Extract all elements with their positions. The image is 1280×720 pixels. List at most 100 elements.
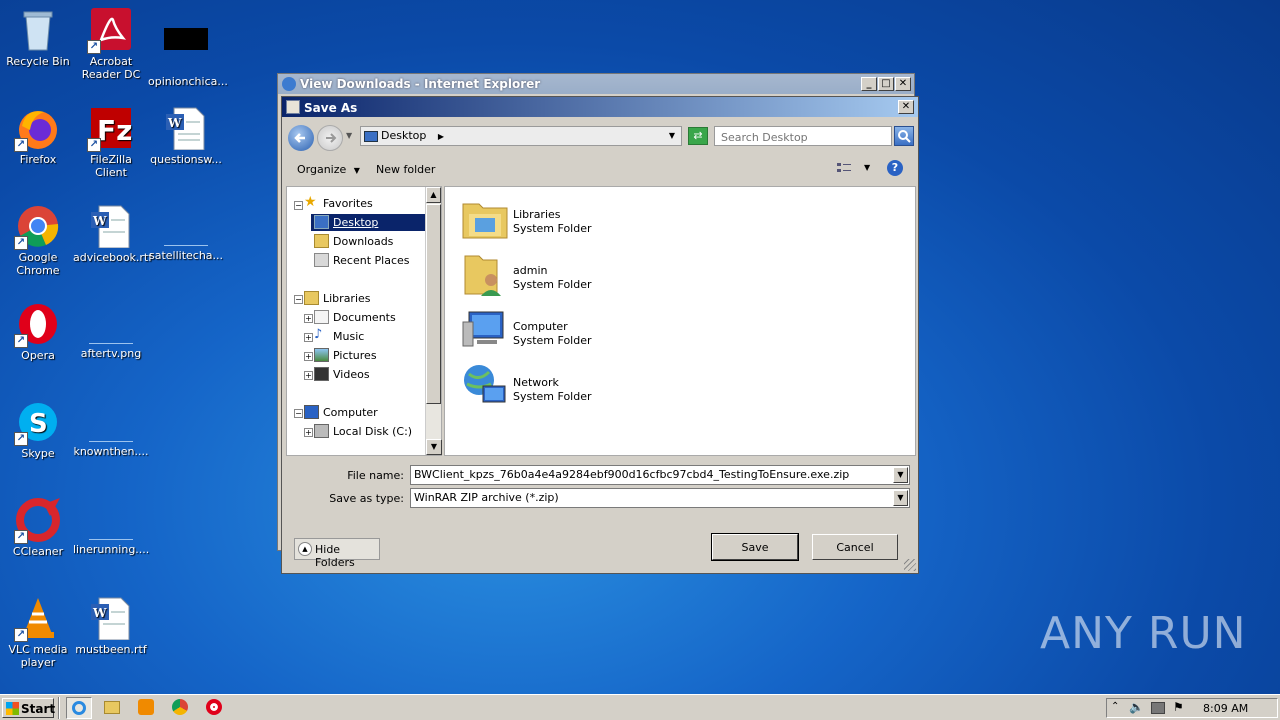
save-button[interactable]: Save [711, 533, 799, 561]
file-icon [164, 218, 208, 246]
tree-computer[interactable]: Computer [301, 404, 381, 421]
desktop-icon-knownthen[interactable]: knownthen.... [73, 400, 149, 458]
desktop-icon-label: FileZilla Client [90, 153, 132, 179]
navigation-pane[interactable]: − ★ Favorites Desktop Downloads Recent P… [286, 186, 442, 456]
network-icon [461, 362, 509, 410]
shortcut-arrow-icon: ↗ [14, 628, 28, 642]
maximize-button[interactable]: □ [878, 77, 894, 91]
volume-icon[interactable]: 🔈 [1129, 700, 1144, 714]
desktop-icon-ccleaner[interactable]: ↗ CCleaner [0, 498, 76, 558]
back-button[interactable] [288, 125, 314, 151]
desktop-icon-opinionchica[interactable]: opinionchica... [148, 8, 228, 88]
desktop-icon-questionsw[interactable]: W questionsw... [148, 106, 224, 166]
scroll-up-icon[interactable]: ▲ [426, 187, 441, 203]
help-icon[interactable]: ? [887, 160, 903, 176]
tree-downloads[interactable]: Downloads [311, 233, 396, 250]
tree-libraries[interactable]: Libraries [301, 290, 374, 307]
organize-button[interactable]: Organize ▼ [297, 163, 360, 176]
file-name-field[interactable]: BWClient_kpzs_76b0a4e4a9284ebf900d16cfbc… [410, 465, 910, 485]
tree-scrollbar[interactable]: ▲ ▼ [425, 187, 442, 455]
address-bar[interactable]: Desktop ▶ ▼ [360, 126, 682, 146]
desktop-icon-acrobat[interactable]: ↗ Acrobat Reader DC [73, 8, 149, 81]
vlc-icon: ↗ [14, 596, 60, 642]
minimize-button[interactable]: _ [861, 77, 877, 91]
folder-icon [104, 701, 120, 714]
dialog-close-button[interactable]: ✕ [898, 100, 914, 114]
clock[interactable]: 8:09 AM [1203, 702, 1248, 715]
opera-icon: ↗ [14, 302, 60, 348]
taskbar: Start ⌃ 🔈 ⚑ 8:09 AM [0, 694, 1280, 720]
network-icon[interactable] [1151, 702, 1165, 714]
file-icon [164, 28, 208, 72]
taskbar-ie-button[interactable] [66, 697, 92, 719]
history-chevron-icon[interactable]: ▼ [346, 131, 352, 140]
resize-grip-icon[interactable] [904, 559, 916, 571]
desktop-icon-opera[interactable]: ↗ Opera [0, 302, 76, 362]
tree-pictures[interactable]: Pictures [311, 347, 380, 364]
save-type-dropdown-icon[interactable]: ▼ [893, 490, 908, 506]
forward-button[interactable] [317, 125, 343, 151]
close-button[interactable]: ✕ [895, 77, 911, 91]
shortcut-arrow-icon: ↗ [14, 432, 28, 446]
desktop-icon-firefox[interactable]: ↗ Firefox [0, 106, 76, 166]
watermark: ANY RUN [1040, 608, 1247, 659]
save-as-dialog[interactable]: Save As ✕ ▼ Desktop ▶ ▼ ⇄ Organize ▼ New… [281, 96, 919, 574]
desktop-icon-chrome[interactable]: ↗ Google Chrome [0, 204, 76, 277]
tree-desktop[interactable]: Desktop [311, 214, 425, 231]
breadcrumb-chevron-icon[interactable]: ▶ [438, 132, 444, 141]
address-dropdown-icon[interactable]: ▼ [669, 131, 675, 140]
desktop-icon-satellitecha[interactable]: satellitecha... [148, 204, 224, 262]
desktop-icon-label: questionsw... [150, 153, 222, 166]
desktop-icon-vlc[interactable]: ↗ VLC media player [0, 596, 76, 669]
refresh-button[interactable]: ⇄ [688, 127, 708, 145]
ie-title-bar[interactable]: View Downloads - Internet Explorer _ □ ✕ [278, 74, 914, 94]
desktop-icon-label: Skype [21, 447, 55, 460]
desktop-icon-aftertv[interactable]: aftertv.png [73, 302, 149, 360]
file-name-dropdown-icon[interactable]: ▼ [893, 467, 908, 483]
cancel-button[interactable]: Cancel [812, 534, 898, 560]
desktop-icon-recycle-bin[interactable]: Recycle Bin [0, 8, 76, 68]
shortcut-arrow-icon: ↗ [14, 138, 28, 152]
music-icon: ♪ [314, 327, 323, 342]
taskbar-media-player-button[interactable] [138, 699, 156, 717]
action-center-flag-icon[interactable]: ⚑ [1173, 700, 1184, 714]
taskbar-opera-button[interactable] [206, 699, 224, 717]
desktop-icon-label: Recycle Bin [6, 55, 70, 68]
tree-favorites[interactable]: ★ Favorites [301, 195, 376, 212]
downloads-folder-icon [314, 234, 329, 248]
hide-folders-button[interactable]: ▲ Hide Folders [294, 538, 380, 569]
start-button[interactable]: Start [2, 698, 55, 718]
desktop-icon-filezilla[interactable]: Fz ↗ FileZilla Client [73, 106, 149, 179]
desktop-icon-linerunning[interactable]: linerunning.... [73, 498, 149, 556]
search-button[interactable] [894, 126, 914, 146]
desktop-icon-mustbeen[interactable]: W mustbeen.rtf [73, 596, 149, 656]
pictures-icon [314, 348, 329, 362]
taskbar-chrome-button[interactable] [172, 699, 190, 717]
tree-recent-places[interactable]: Recent Places [311, 252, 413, 269]
svg-text:W: W [92, 214, 107, 228]
tree-videos[interactable]: Videos [311, 366, 373, 383]
view-chevron-icon[interactable]: ▼ [864, 163, 870, 172]
dialog-title-bar[interactable]: Save As ✕ [282, 97, 918, 117]
scroll-thumb[interactable] [426, 204, 441, 404]
desktop-icon-label: mustbeen.rtf [75, 643, 147, 656]
new-folder-button[interactable]: New folder [376, 163, 435, 176]
desktop-icon-label: Google Chrome [16, 251, 60, 277]
tree-music[interactable]: ♪ Music [311, 328, 367, 345]
documents-icon [314, 310, 329, 324]
search-input[interactable] [714, 126, 892, 146]
taskbar-explorer-button[interactable] [104, 699, 122, 717]
shortcut-arrow-icon: ↗ [87, 138, 101, 152]
address-text: Desktop [381, 129, 427, 142]
firefox-icon: ↗ [14, 106, 60, 152]
tree-documents[interactable]: Documents [311, 309, 399, 326]
file-list[interactable]: Libraries System Folder admin System Fol… [444, 186, 916, 456]
desktop-icon-skype[interactable]: S ↗ Skype [0, 400, 76, 460]
shortcut-arrow-icon: ↗ [87, 40, 101, 54]
view-options-icon[interactable] [836, 161, 852, 175]
desktop-icon-advicebook[interactable]: W advicebook.rtf [73, 204, 152, 264]
scroll-down-icon[interactable]: ▼ [426, 439, 442, 455]
show-hidden-icons-icon[interactable]: ⌃ [1111, 701, 1119, 712]
tree-local-disk[interactable]: Local Disk (C:) [311, 423, 415, 440]
save-type-select[interactable]: WinRAR ZIP archive (*.zip) ▼ [410, 488, 910, 508]
